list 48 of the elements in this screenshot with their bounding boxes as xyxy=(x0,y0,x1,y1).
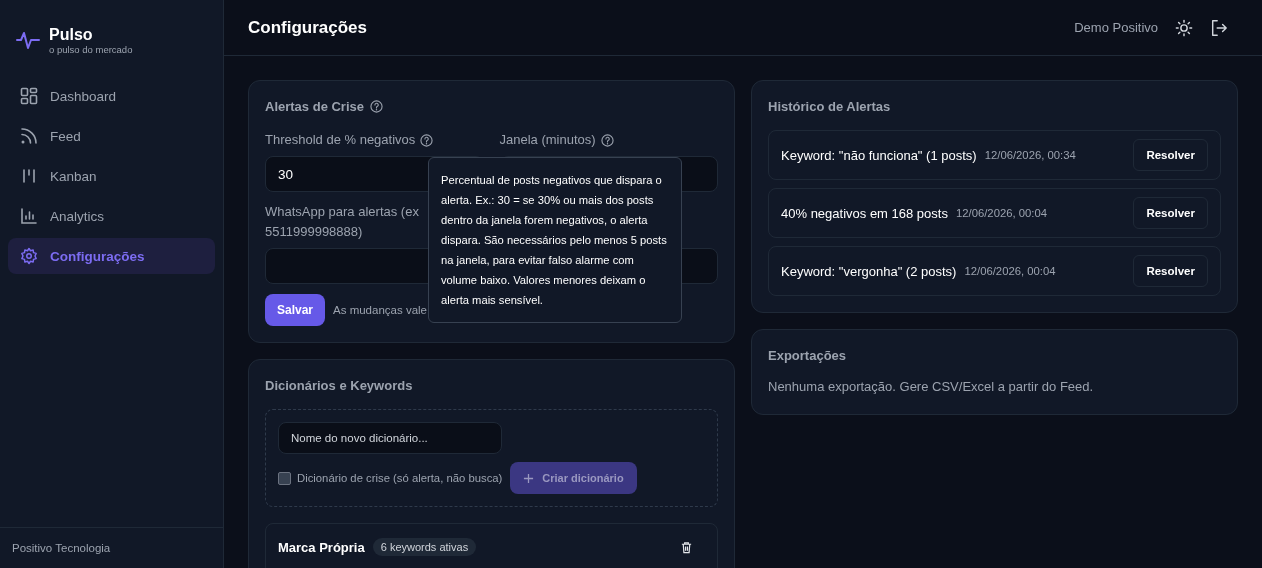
resolve-button[interactable]: Resolver xyxy=(1133,139,1208,171)
plus-icon xyxy=(523,472,535,484)
rss-icon xyxy=(20,127,38,145)
sidebar-item[interactable]: Feed xyxy=(8,118,215,154)
page-title: Configurações xyxy=(248,17,368,38)
card-title: Exportações xyxy=(768,348,847,363)
resolve-button[interactable]: Resolver xyxy=(1133,197,1208,229)
user-name: Demo Positivo xyxy=(1074,20,1158,35)
grid-icon xyxy=(20,87,38,105)
field-label: WhatsApp para alertas (ex xyxy=(265,203,419,221)
alert-time: 12/06/2026, 00:04 xyxy=(964,265,1056,277)
alert-time: 12/06/2026, 00:34 xyxy=(984,149,1076,161)
field-label: Threshold de % negativos xyxy=(265,131,416,149)
company-name: Positivo Tecnologia xyxy=(12,542,111,554)
brand-tagline: o pulso do mercado xyxy=(49,43,133,55)
field-label: Janela (minutos) xyxy=(499,131,596,149)
sun-icon[interactable] xyxy=(1175,18,1193,37)
keyword-count-badge: 6 keywords ativas xyxy=(372,538,477,556)
checkbox[interactable] xyxy=(278,471,291,485)
dictionary-name: Marca Própria xyxy=(278,539,365,555)
field-label: 5511999998888) xyxy=(265,223,363,241)
trash-icon[interactable] xyxy=(680,540,693,554)
card-title: Dicionários e Keywords xyxy=(265,378,413,393)
tooltip: Percentual de posts negativos que dispara o alerta. Ex.: 30 = se 30% ou mais dos posts dentro da janela forem negativos, o alerta dispara. São necessários pelo menos 5 posts na janela, para evitar falso alarme com volume baixo. Valores menores deixam o alerta mais sensível. xyxy=(428,157,682,323)
empty-message: Nenhuma exportação. Gere CSV/Excel a partir do Feed. xyxy=(768,379,1095,394)
kanban-icon xyxy=(20,167,38,185)
card-title: Histórico de Alertas xyxy=(768,99,891,114)
sidebar-item[interactable]: Configurações xyxy=(8,238,215,274)
resolve-button[interactable]: Resolver xyxy=(1133,255,1208,287)
logout-icon[interactable] xyxy=(1210,18,1228,37)
bar-chart-icon xyxy=(20,207,38,225)
alert-text: Keyword: "vergonha" (2 posts) xyxy=(781,263,957,279)
checkbox-label: Dicionário de crise (só alerta, não busca) xyxy=(297,472,503,484)
alert-text: Keyword: "não funciona" (1 posts) xyxy=(781,147,977,163)
alert-time: 12/06/2026, 00:04 xyxy=(955,207,1048,219)
help-icon[interactable] xyxy=(370,100,383,113)
hint-text: As mudanças vale xyxy=(333,304,427,316)
sidebar-item[interactable]: Kanban xyxy=(8,158,215,194)
dictionary-name-input[interactable]: Nome do novo dicionário... xyxy=(278,422,502,454)
card-title: Alertas de Crise xyxy=(265,99,364,114)
help-icon[interactable] xyxy=(600,133,614,147)
help-icon[interactable] xyxy=(420,133,434,147)
sidebar-item[interactable]: Dashboard xyxy=(8,78,215,114)
sidebar-item[interactable]: Analytics xyxy=(8,198,215,234)
brand-name: Pulso xyxy=(49,25,94,44)
alert-text: 40% negativos em 168 posts xyxy=(781,205,948,221)
settings-icon xyxy=(20,247,38,265)
save-button[interactable]: Salvar xyxy=(265,294,326,326)
